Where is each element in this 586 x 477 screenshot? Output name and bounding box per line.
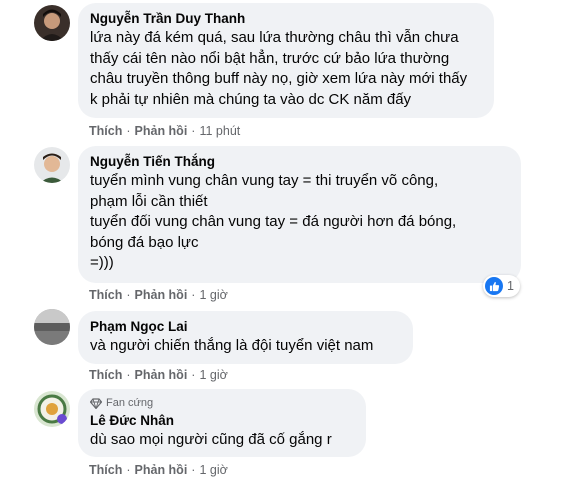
comment-bubble: Nguyễn Trần Duy Thanh lứa này đá kém quá… — [78, 3, 494, 118]
comment-bubble: Fan cứng Lê Đức Nhân dù sao mọi người cũ… — [78, 389, 366, 457]
comment-text: và người chiến thắng là đội tuyển việt n… — [90, 337, 374, 354]
comment-actions: Thích · Phản hồi · 1 giờ — [89, 367, 228, 383]
comment-author[interactable]: Nguyễn Tiến Thắng — [90, 153, 509, 171]
comment-time[interactable]: 1 giờ — [199, 368, 227, 382]
comment-actions: Thích · Phản hồi · 1 giờ — [89, 287, 228, 303]
reply-link[interactable]: Phản hồi — [135, 368, 188, 382]
comment-bubble: Phạm Ngọc Lai và người chiến thắng là độ… — [78, 311, 413, 364]
comment-time[interactable]: 1 giờ — [199, 288, 227, 302]
comment-author[interactable]: Nguyễn Trần Duy Thanh — [90, 10, 482, 28]
avatar-image-icon — [34, 309, 70, 345]
like-link[interactable]: Thích — [89, 368, 122, 382]
comment-time[interactable]: 1 giờ — [199, 463, 227, 477]
like-icon — [485, 277, 503, 295]
like-link[interactable]: Thích — [89, 288, 122, 302]
separator-dot: · — [191, 463, 196, 477]
diamond-icon — [90, 397, 102, 409]
reaction-count: 1 — [507, 279, 514, 293]
separator-dot: · — [126, 463, 131, 477]
avatar[interactable] — [34, 5, 70, 41]
like-link[interactable]: Thích — [89, 124, 122, 138]
comment-actions: Thích · Phản hồi · 11 phút — [89, 123, 240, 139]
avatar[interactable] — [34, 391, 70, 427]
avatar-image-icon — [34, 147, 70, 183]
comment-text: lứa này đá kém quá, sau lứa thường châu … — [90, 29, 468, 108]
badge-row: Fan cứng — [90, 396, 354, 410]
separator-dot: · — [191, 124, 196, 138]
avatar[interactable] — [34, 309, 70, 345]
avatar-image-icon — [34, 391, 70, 427]
reply-link[interactable]: Phản hồi — [135, 124, 188, 138]
reply-link[interactable]: Phản hồi — [135, 288, 188, 302]
separator-dot: · — [126, 124, 131, 138]
reply-link[interactable]: Phản hồi — [135, 463, 188, 477]
comment-text: tuyển mình vung chân vung tay = thi truy… — [90, 172, 457, 271]
comment-author[interactable]: Lê Đức Nhân — [90, 412, 354, 430]
comment-bubble: Nguyễn Tiến Thắng tuyển mình vung chân v… — [78, 146, 521, 283]
fan-badge-label: Fan cứng — [106, 397, 154, 409]
comment-author[interactable]: Phạm Ngọc Lai — [90, 318, 401, 336]
reaction-summary[interactable]: 1 — [483, 275, 520, 297]
separator-dot: · — [191, 288, 196, 302]
separator-dot: · — [191, 368, 196, 382]
comment-actions: Thích · Phản hồi · 1 giờ — [89, 462, 228, 477]
comment-text: dù sao mọi người cũng đã cố gắng r — [90, 431, 332, 448]
separator-dot: · — [126, 368, 131, 382]
comment-time[interactable]: 11 phút — [199, 124, 240, 138]
separator-dot: · — [126, 288, 131, 302]
avatar[interactable] — [34, 147, 70, 183]
avatar-image-icon — [34, 5, 70, 41]
like-link[interactable]: Thích — [89, 463, 122, 477]
